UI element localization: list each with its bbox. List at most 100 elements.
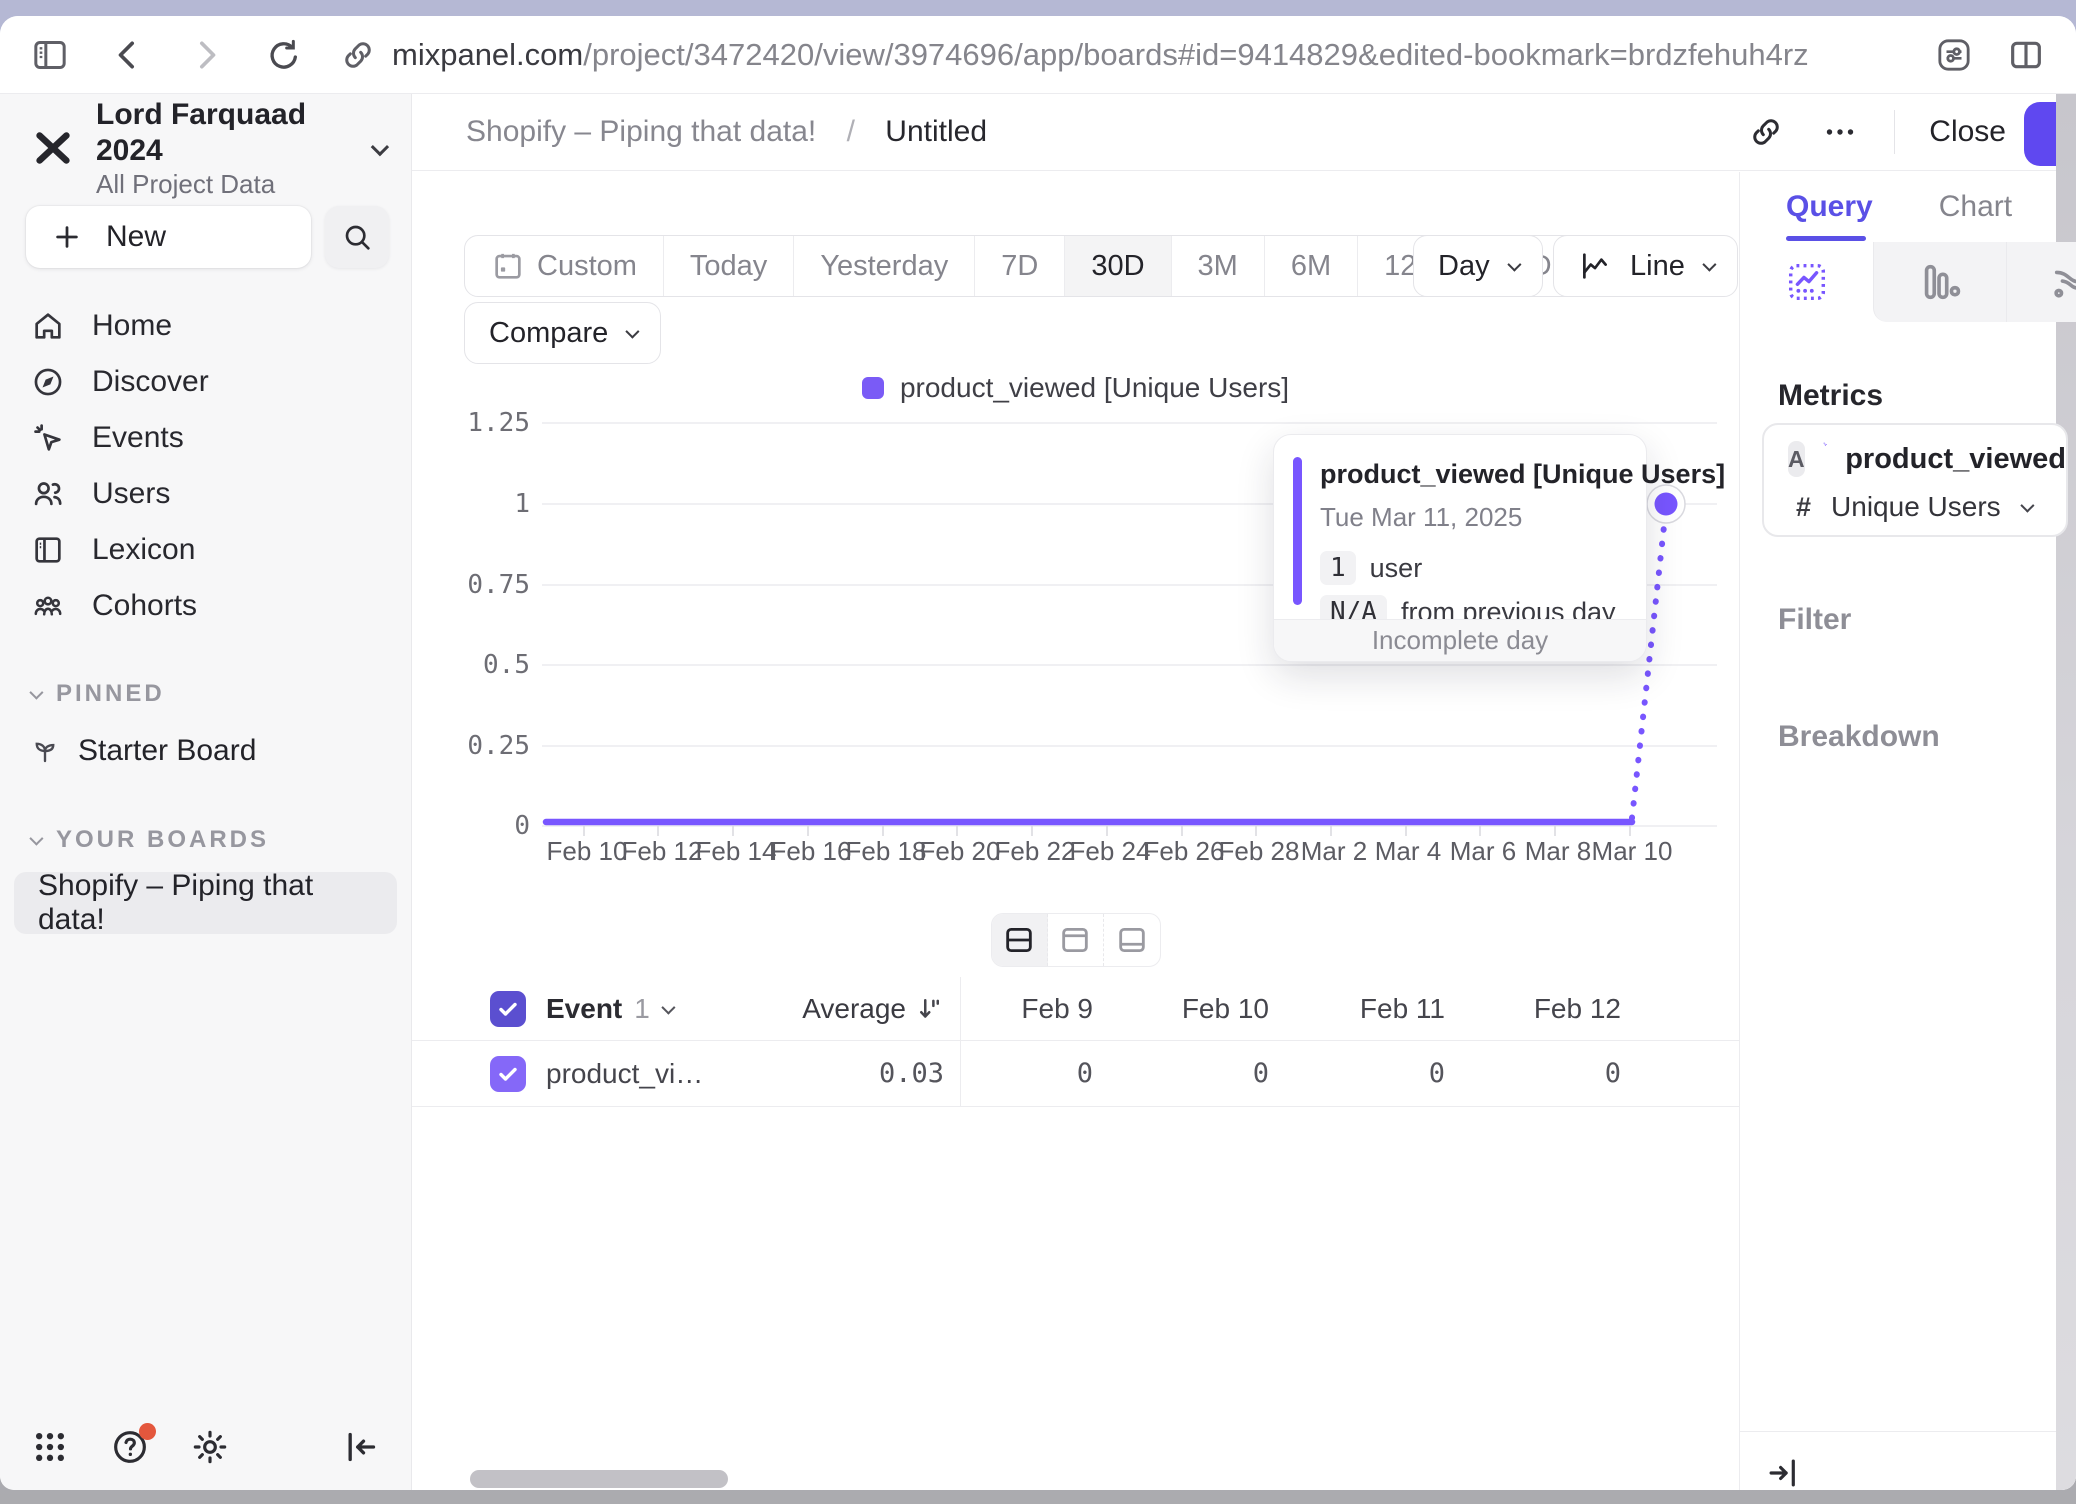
chart-type-label: Line	[1630, 250, 1685, 283]
event-column-header[interactable]: Event 1	[546, 993, 672, 1025]
date-column-header[interactable]: Feb 10	[1137, 993, 1313, 1025]
tab-query[interactable]: Query	[1786, 190, 1873, 224]
sidebar-item-cohorts[interactable]: Cohorts	[0, 578, 411, 634]
range-label: Yesterday	[820, 250, 948, 283]
apps-grid-icon[interactable]	[30, 1427, 70, 1467]
breakdown-section-label[interactable]: Breakdown	[1778, 720, 1940, 754]
layout-split-icon[interactable]	[992, 914, 1048, 966]
close-button[interactable]: Close	[1929, 115, 2006, 149]
date-column-header[interactable]: Feb 11	[1313, 993, 1489, 1025]
sidebar-item-label: Cohorts	[92, 589, 197, 623]
breadcrumb-board[interactable]: Shopify – Piping that data!	[466, 115, 816, 148]
users-icon	[30, 476, 66, 512]
layout-table-only-icon[interactable]	[1104, 914, 1160, 966]
panel-layout-toggles	[991, 913, 1161, 967]
y-tick: 0.25	[432, 731, 530, 761]
sidebar-item-lexicon[interactable]: Lexicon	[0, 522, 411, 578]
cell-value: 0	[1137, 1058, 1313, 1089]
board-label: Starter Board	[78, 734, 256, 768]
chart-legend[interactable]: product_viewed [Unique Users]	[412, 372, 1739, 404]
range-3m[interactable]: 3M	[1172, 236, 1265, 296]
range-30d[interactable]: 30D	[1065, 236, 1171, 296]
tab-chart[interactable]: Chart	[1939, 190, 2012, 224]
metric-card[interactable]: A product_viewed # Unique Users	[1762, 423, 2068, 537]
aggregation-prefix: #	[1796, 492, 1811, 523]
compare-label: Compare	[489, 317, 608, 350]
insights-icon[interactable]	[1740, 242, 1873, 322]
sidebar-item-label: Lexicon	[92, 533, 195, 567]
tooltip-title: product_viewed [Unique Users]	[1320, 459, 1622, 490]
split-view-icon[interactable]	[2004, 33, 2048, 77]
tooltip-value-unit: user	[1370, 553, 1423, 584]
breadcrumb-page[interactable]: Untitled	[885, 115, 987, 148]
range-label: 6M	[1291, 250, 1331, 283]
range-label: 7D	[1001, 250, 1038, 283]
your-boards-section-header[interactable]: YOUR BOARDS	[0, 820, 411, 860]
forward-icon[interactable]	[184, 33, 228, 77]
address-bar[interactable]: mixpanel.com/project/3472420/view/397469…	[340, 37, 1898, 73]
browser-sidebar-toggle-icon[interactable]	[28, 33, 72, 77]
reload-icon[interactable]	[262, 33, 306, 77]
y-tick: 1	[432, 489, 530, 519]
date-column-header[interactable]: Feb 12	[1489, 993, 1665, 1025]
url-host: mixpanel.com	[392, 37, 583, 72]
copy-link-icon[interactable]	[1746, 112, 1786, 152]
sidebar-item-users[interactable]: Users	[0, 466, 411, 522]
tooltip-value: 1	[1320, 551, 1356, 585]
chevron-down-icon	[626, 325, 640, 339]
event-count: 1	[634, 993, 650, 1025]
range-7d[interactable]: 7D	[975, 236, 1065, 296]
results-table: Event 1 Average	[412, 977, 1739, 1107]
range-yesterday[interactable]: Yesterday	[794, 236, 975, 296]
active-tab-underline	[1786, 236, 1866, 241]
aggregation-selector[interactable]: # Unique Users	[1764, 477, 2066, 523]
range-today[interactable]: Today	[664, 236, 794, 296]
average-column-header[interactable]: Average	[712, 993, 960, 1025]
gear-icon[interactable]	[190, 1427, 230, 1467]
line-chart-icon	[1578, 249, 1612, 283]
table-row[interactable]: product_viewed [Uniq… 0.03 0 0 0 0	[412, 1041, 1739, 1107]
sidebar-item-discover[interactable]: Discover	[0, 354, 411, 410]
search-button[interactable]	[325, 206, 389, 268]
layout-chart-only-icon[interactable]	[1048, 914, 1104, 966]
chevron-down-icon	[1507, 258, 1521, 272]
browser-window: mixpanel.com/project/3472420/view/397469…	[0, 16, 2076, 1490]
help-icon[interactable]	[110, 1427, 150, 1467]
chevron-down-icon	[1702, 258, 1716, 272]
cohorts-icon	[30, 588, 66, 624]
legend-label: product_viewed [Unique Users]	[900, 372, 1289, 404]
pinned-board-starter[interactable]: Starter Board	[0, 722, 411, 780]
granularity-dropdown[interactable]: Day	[1413, 235, 1543, 297]
more-options-icon[interactable]	[1820, 112, 1860, 152]
back-icon[interactable]	[106, 33, 150, 77]
range-6m[interactable]: 6M	[1265, 236, 1358, 296]
sidebar-item-label: Events	[92, 421, 184, 455]
url-path: /project/3472420/view/3974696/app/boards…	[583, 37, 1808, 72]
save-button[interactable]	[2024, 102, 2056, 166]
range-custom[interactable]: Custom	[465, 236, 664, 296]
mixpanel-logo-icon	[30, 125, 76, 171]
chart-type-dropdown[interactable]: Line	[1553, 235, 1738, 297]
sidebar-item-events[interactable]: Events	[0, 410, 411, 466]
compare-dropdown[interactable]: Compare	[464, 302, 661, 364]
tune-icon[interactable]	[1932, 33, 1976, 77]
search-icon	[341, 221, 373, 253]
filter-section-label[interactable]: Filter	[1778, 603, 1851, 637]
sidebar-item-home[interactable]: Home	[0, 298, 411, 354]
funnel-icon[interactable]	[2006, 242, 2076, 322]
new-button[interactable]: New	[26, 206, 311, 268]
pinned-section-header[interactable]: PINNED	[0, 674, 411, 714]
sprout-icon	[30, 736, 60, 766]
sidebar-board-shopify[interactable]: Shopify – Piping that data!	[14, 872, 397, 934]
collapse-sidebar-icon[interactable]	[341, 1427, 381, 1467]
range-label: 30D	[1091, 250, 1144, 283]
bar-chart-icon[interactable]	[1873, 242, 2006, 322]
expand-panel-icon[interactable]	[1764, 1454, 1804, 1490]
row-checkbox[interactable]	[490, 1056, 526, 1092]
horizontal-scrollbar[interactable]	[470, 1470, 728, 1488]
report-header: Shopify – Piping that data! / Untitled C…	[412, 94, 2076, 171]
project-scope: All Project Data	[96, 169, 352, 199]
select-all-checkbox[interactable]	[490, 991, 526, 1027]
date-column-header[interactable]: Feb 9	[961, 993, 1137, 1025]
project-switcher[interactable]: Lord Farquaad 2024 All Project Data	[0, 116, 411, 180]
